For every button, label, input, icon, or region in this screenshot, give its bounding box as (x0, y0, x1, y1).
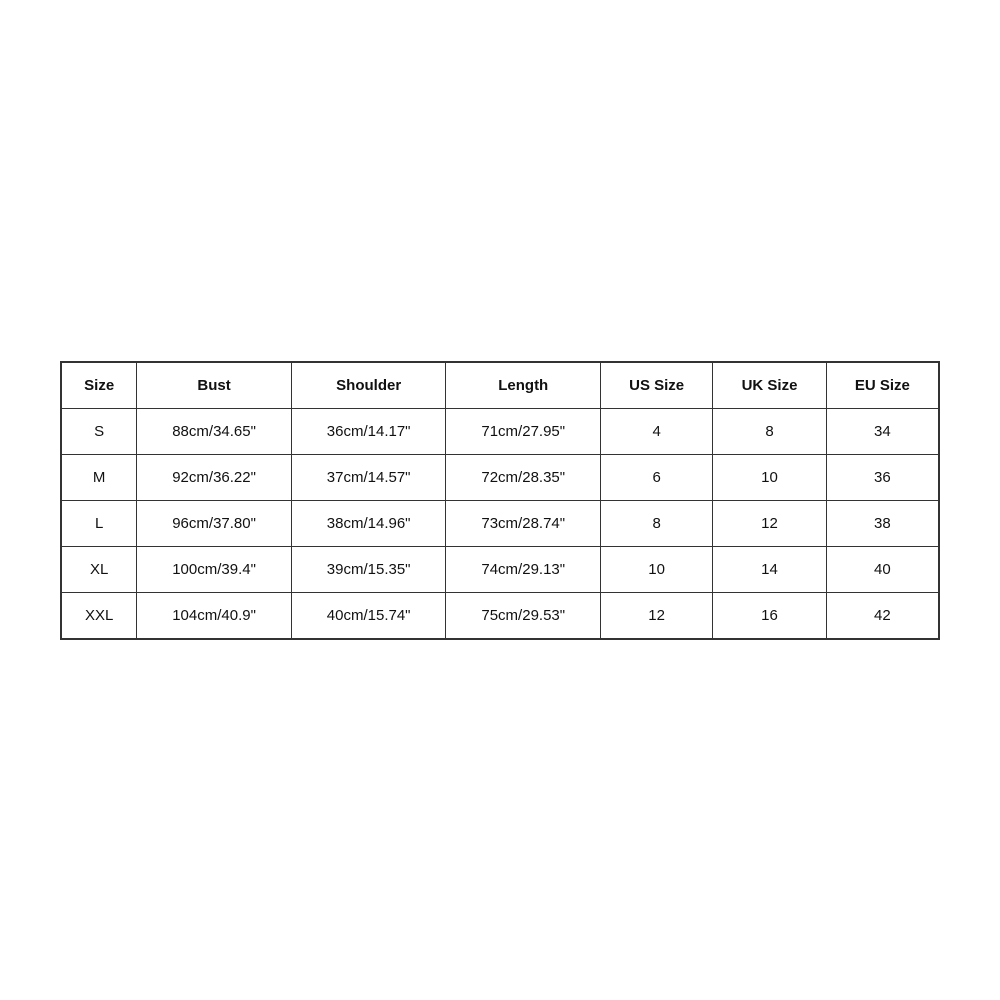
cell-shoulder: 36cm/14.17" (291, 408, 446, 454)
cell-length: 72cm/28.35" (446, 454, 601, 500)
cell-bust: 88cm/34.65" (137, 408, 292, 454)
cell-size: XL (62, 546, 137, 592)
cell-size: M (62, 454, 137, 500)
cell-bust: 96cm/37.80" (137, 500, 292, 546)
cell-length: 75cm/29.53" (446, 592, 601, 638)
size-chart-table: Size Bust Shoulder Length US Size UK Siz… (61, 362, 939, 639)
cell-eu_size: 40 (826, 546, 938, 592)
cell-size: XXL (62, 592, 137, 638)
cell-size: S (62, 408, 137, 454)
table-header-row: Size Bust Shoulder Length US Size UK Siz… (62, 362, 939, 408)
table-row: M92cm/36.22"37cm/14.57"72cm/28.35"61036 (62, 454, 939, 500)
col-header-eu-size: EU Size (826, 362, 938, 408)
table-row: L96cm/37.80"38cm/14.96"73cm/28.74"81238 (62, 500, 939, 546)
cell-us_size: 6 (601, 454, 713, 500)
cell-size: L (62, 500, 137, 546)
cell-eu_size: 38 (826, 500, 938, 546)
cell-us_size: 12 (601, 592, 713, 638)
col-header-us-size: US Size (601, 362, 713, 408)
cell-eu_size: 36 (826, 454, 938, 500)
cell-uk_size: 16 (713, 592, 826, 638)
cell-uk_size: 8 (713, 408, 826, 454)
cell-shoulder: 39cm/15.35" (291, 546, 446, 592)
cell-bust: 92cm/36.22" (137, 454, 292, 500)
cell-us_size: 10 (601, 546, 713, 592)
cell-uk_size: 10 (713, 454, 826, 500)
table-row: S88cm/34.65"36cm/14.17"71cm/27.95"4834 (62, 408, 939, 454)
cell-us_size: 4 (601, 408, 713, 454)
cell-eu_size: 42 (826, 592, 938, 638)
cell-length: 71cm/27.95" (446, 408, 601, 454)
col-header-size: Size (62, 362, 137, 408)
cell-shoulder: 38cm/14.96" (291, 500, 446, 546)
col-header-bust: Bust (137, 362, 292, 408)
cell-bust: 100cm/39.4" (137, 546, 292, 592)
cell-uk_size: 12 (713, 500, 826, 546)
cell-bust: 104cm/40.9" (137, 592, 292, 638)
size-chart-container: Size Bust Shoulder Length US Size UK Siz… (60, 361, 940, 640)
cell-shoulder: 40cm/15.74" (291, 592, 446, 638)
col-header-shoulder: Shoulder (291, 362, 446, 408)
cell-uk_size: 14 (713, 546, 826, 592)
table-row: XL100cm/39.4"39cm/15.35"74cm/29.13"10144… (62, 546, 939, 592)
cell-length: 73cm/28.74" (446, 500, 601, 546)
col-header-length: Length (446, 362, 601, 408)
col-header-uk-size: UK Size (713, 362, 826, 408)
cell-us_size: 8 (601, 500, 713, 546)
table-row: XXL104cm/40.9"40cm/15.74"75cm/29.53"1216… (62, 592, 939, 638)
cell-length: 74cm/29.13" (446, 546, 601, 592)
cell-shoulder: 37cm/14.57" (291, 454, 446, 500)
cell-eu_size: 34 (826, 408, 938, 454)
